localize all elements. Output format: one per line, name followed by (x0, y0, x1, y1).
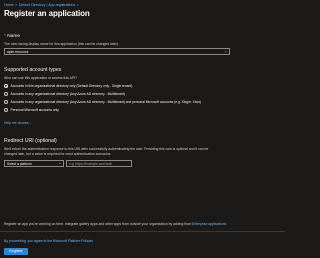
footer-divider (0, 231, 285, 232)
account-type-option-single-tenant[interactable]: Accounts in this organizational director… (4, 83, 132, 89)
redirect-description-line1: We'll return the authentication response… (4, 147, 209, 151)
breadcrumb-separator: > (76, 3, 79, 7)
redirect-description-line2: changed later, but a value is required f… (4, 152, 112, 156)
radio-selected-icon[interactable] (4, 84, 8, 88)
chevron-down-icon: ⌄ (58, 160, 62, 165)
name-input[interactable]: apim resource ✓ (4, 48, 230, 55)
radio-label: Personal Microsoft accounts only (10, 108, 59, 112)
radio-icon[interactable] (4, 92, 8, 96)
breadcrumb: Home > Default Directory | App registratio… (4, 3, 80, 7)
breadcrumb-app-registrations[interactable]: Default Directory | App registrations (19, 3, 75, 7)
name-label-text: Name (7, 34, 21, 39)
radio-icon[interactable] (4, 108, 8, 112)
account-types-heading: Supported account types (4, 67, 62, 73)
gallery-note-text: Register an app you're working on here. … (4, 222, 192, 226)
radio-label: Accounts in any organizational directory… (10, 92, 125, 96)
required-marker: * (4, 34, 6, 39)
register-button[interactable]: Register (4, 248, 28, 255)
platform-policies-link[interactable]: By proceeding, you agree to the Microsof… (4, 239, 93, 243)
name-input-value: apim resource (7, 50, 29, 54)
policy-note: By proceeding, you agree to the Microsof… (4, 239, 93, 243)
redirect-uri-heading: Redirect URI (optional) (4, 138, 57, 144)
redirect-uri-input[interactable]: e.g. https://example.com/auth (66, 160, 132, 167)
radio-label: Accounts in any organizational directory… (10, 100, 202, 104)
page-title: Register an application (4, 9, 90, 18)
platform-select-value: Select a platform (7, 162, 32, 166)
breadcrumb-separator: > (15, 3, 18, 7)
account-type-option-multitenant-personal[interactable]: Accounts in any organizational directory… (4, 99, 201, 105)
help-me-choose-link[interactable]: Help me choose... (4, 121, 31, 125)
radio-label: Accounts in this organizational director… (10, 84, 133, 88)
name-description: The user-facing display name for this ap… (4, 42, 119, 46)
redirect-uri-placeholder: e.g. https://example.com/auth (69, 162, 113, 166)
platform-select[interactable]: Select a platform ⌄ (4, 160, 64, 167)
name-section-label: * Name (4, 34, 20, 39)
gallery-note: Register an app you're working on here. … (4, 222, 226, 226)
radio-icon[interactable] (4, 100, 8, 104)
breadcrumb-home[interactable]: Home (4, 3, 14, 7)
account-types-question: Who can use this application or access t… (4, 76, 77, 80)
account-type-option-personal-only[interactable]: Personal Microsoft accounts only (4, 107, 59, 113)
account-type-option-multitenant[interactable]: Accounts in any organizational directory… (4, 91, 125, 97)
checkmark-icon: ✓ (224, 48, 228, 54)
enterprise-applications-link[interactable]: Enterprise applications (192, 222, 226, 226)
